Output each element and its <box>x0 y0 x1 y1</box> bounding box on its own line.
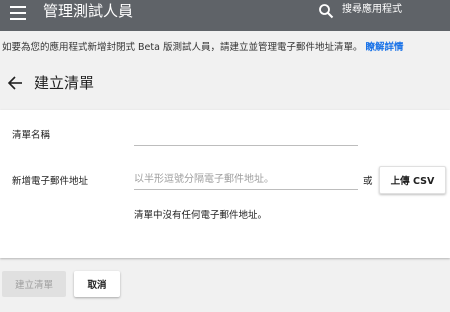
info-notice: 如要為您的應用程式新增封閉式 Beta 版測試人員，請建立並管理電子郵件地址清單… <box>2 41 448 55</box>
add-emails-label: 新增電子郵件地址 <box>12 176 89 187</box>
list-name-label: 清單名稱 <box>12 130 51 141</box>
or-label: 或 <box>363 176 373 187</box>
app-title: 管理測試人員 <box>43 2 134 20</box>
back-arrow-icon[interactable] <box>7 75 23 91</box>
search-icon[interactable] <box>318 3 334 19</box>
create-list-form: 清單名稱 新增電子郵件地址 或 上傳 CSV 清單中沒有任何電子郵件地址。 <box>0 110 450 258</box>
list-name-input[interactable] <box>134 126 358 146</box>
app-header: 管理測試人員 搜尋應用程式 <box>0 0 450 31</box>
empty-list-message: 清單中沒有任何電子郵件地址。 <box>134 210 268 221</box>
create-list-button[interactable]: 建立清單 <box>2 271 66 297</box>
hamburger-menu-icon[interactable] <box>10 6 26 20</box>
email-addresses-input[interactable] <box>134 170 358 190</box>
page-title: 建立清單 <box>34 74 95 92</box>
notice-text: 如要為您的應用程式新增封閉式 Beta 版測試人員，請建立並管理電子郵件地址清單… <box>2 42 363 53</box>
search-apps-label[interactable]: 搜尋應用程式 <box>342 3 402 17</box>
learn-more-link[interactable]: 瞭解詳情 <box>365 42 403 53</box>
upload-csv-button[interactable]: 上傳 CSV <box>379 166 446 194</box>
cancel-button[interactable]: 取消 <box>74 271 120 297</box>
